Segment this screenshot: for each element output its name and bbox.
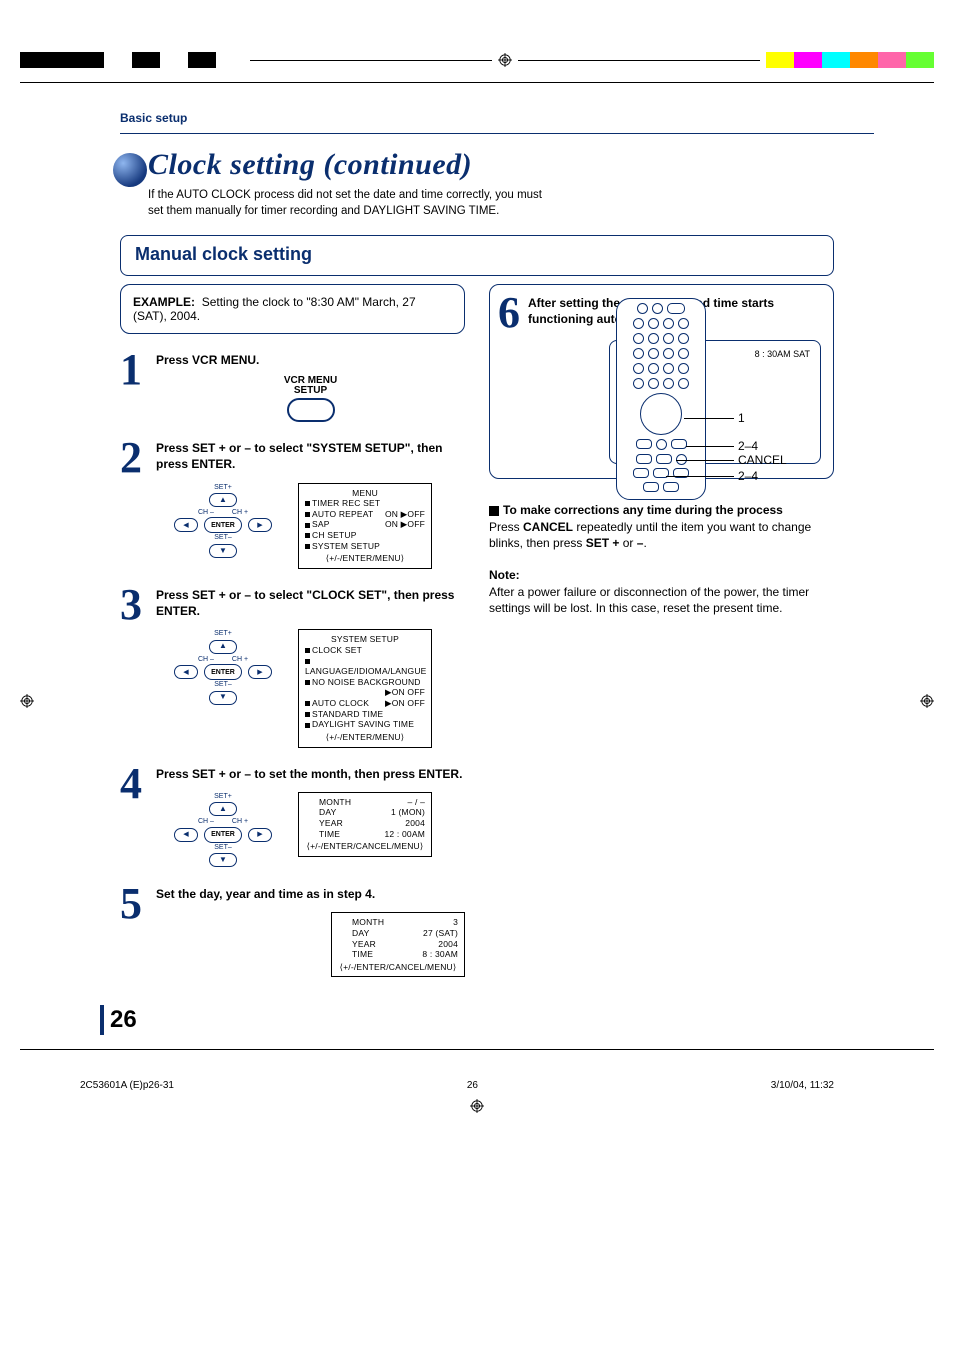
title-bullet-icon — [112, 152, 148, 188]
registration-mark-icon — [20, 694, 34, 708]
page-number: 26 — [100, 1005, 954, 1035]
registration-mark-icon — [920, 694, 934, 708]
osd-system-setup: SYSTEM SETUP CLOCK SETLANGUAGE/IDIOMA/LA… — [298, 629, 432, 747]
step-1: 1 Press VCR MENU. VCR MENU SETUP — [120, 352, 465, 422]
step-2: 2 Press SET + or – to select "SYSTEM SET… — [120, 440, 465, 569]
footer-center: 26 — [467, 1080, 478, 1091]
remote-callout-3: 2–4 — [738, 469, 758, 483]
set-enter-keypad-illustration: SET+ ▲ CH –CH + ◀ENTER▶ SET– ▼ — [168, 792, 278, 868]
vcr-menu-button-illustration: VCR MENU SETUP — [156, 376, 465, 422]
step-4: 4 Press SET + or – to set the month, the… — [120, 766, 465, 869]
step-3: 3 Press SET + or – to select "CLOCK SET"… — [120, 587, 465, 748]
note-heading: Note: — [489, 568, 834, 582]
step-number: 5 — [120, 886, 156, 977]
step-number: 4 — [120, 766, 156, 869]
footer-left: 2C53601A (E)p26-31 — [80, 1080, 174, 1091]
intro-text: If the AUTO CLOCK process did not set th… — [148, 188, 542, 219]
osd-clock-set-result: MONTH3DAY27 (SAT)YEAR2004TIME8 : 30AM ⟨+… — [331, 912, 465, 977]
example-box: EXAMPLE: Setting the clock to "8:30 AM" … — [120, 284, 465, 334]
step-1-text: Press VCR MENU. — [156, 353, 259, 367]
section-header: Basic setup — [120, 109, 874, 127]
remote-illustration: 1 2–4 CANCEL 2–4 — [616, 298, 846, 498]
note-body: After a power failure or disconnection o… — [489, 584, 834, 616]
footer-right: 3/10/04, 11:32 — [771, 1080, 834, 1091]
page-title: Clock setting (continued) — [148, 148, 542, 182]
section-heading-box: Manual clock setting — [120, 235, 834, 276]
step-number: 6 — [498, 295, 528, 330]
set-enter-keypad-illustration: SET+ ▲ CH –CH + ◀ENTER▶ SET– ▼ — [168, 629, 278, 705]
step-number: 1 — [120, 352, 156, 422]
print-footer: 2C53601A (E)p26-31 26 3/10/04, 11:32 — [80, 1080, 834, 1091]
step-number: 3 — [120, 587, 156, 748]
section-label: Basic setup — [120, 111, 187, 125]
remote-callout-1: 1 — [738, 411, 745, 425]
osd-clock-set: MONTH– / –DAY1 (MON)YEAR2004TIME12 : 00A… — [298, 792, 432, 857]
osd-menu: MENU TIMER REC SETAUTO REPEATON ▶OFFSAPO… — [298, 483, 432, 569]
square-bullet-icon — [489, 506, 499, 516]
step-5: 5 Set the day, year and time as in step … — [120, 886, 465, 977]
registration-mark-icon — [498, 53, 512, 67]
step-number: 2 — [120, 440, 156, 569]
corrections-body: Press CANCEL repeatedly until the item y… — [489, 519, 834, 551]
remote-callout-cancel: CANCEL — [738, 453, 787, 467]
example-label: EXAMPLE: — [133, 295, 195, 309]
section-heading: Manual clock setting — [135, 244, 312, 264]
registration-color-bars — [20, 44, 934, 76]
registration-mark-icon — [470, 1099, 484, 1113]
remote-callout-2: 2–4 — [738, 439, 758, 453]
corrections-heading: To make corrections any time during the … — [489, 503, 834, 517]
header-rule — [120, 133, 874, 134]
set-enter-keypad-illustration: SET+ ▲ CH – CH + ◀ ENTER ▶ — [168, 483, 278, 559]
